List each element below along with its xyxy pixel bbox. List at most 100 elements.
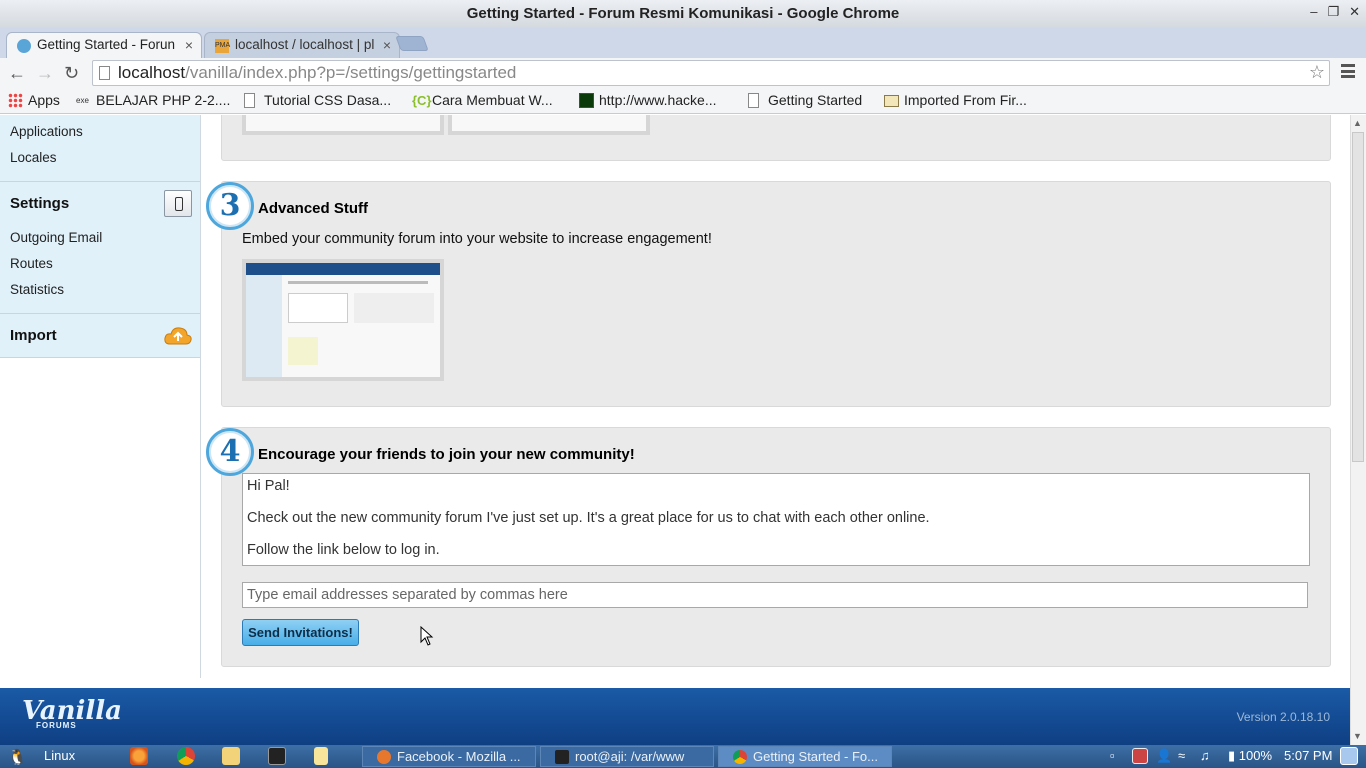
scroll-down-icon[interactable]: ▼: [1353, 731, 1362, 741]
bookmark-label: Getting Started: [768, 92, 863, 108]
message-line: Follow the link below to log in.: [247, 542, 440, 558]
bookmark-label: Apps: [28, 92, 60, 108]
sidebar-heading-settings: Settings: [10, 195, 70, 212]
invitation-message-textarea[interactable]: Hi Pal! Check out the new community foru…: [242, 473, 1310, 566]
start-menu[interactable]: 🐧 Linux: [6, 745, 96, 768]
tab-label: localhost / localhost | pl: [235, 37, 375, 52]
sidebar-group-appearance: Applications Locales: [0, 115, 200, 182]
battery-percent: 100%: [1238, 748, 1273, 763]
vanilla-favicon-icon: [17, 39, 31, 53]
battery-indicator[interactable]: ▮ 100%: [1228, 745, 1272, 768]
chrome-launcher-icon[interactable]: [177, 747, 195, 765]
new-tab-button[interactable]: [395, 36, 429, 51]
version-label: Version 2.0.18.10: [1236, 710, 1330, 724]
address-bar[interactable]: localhost/vanilla/index.php?p=/settings/…: [92, 60, 1330, 86]
battery-icon: ▮: [1228, 748, 1236, 763]
start-label: Linux: [44, 748, 76, 763]
taskbar-window-label: Getting Started - Fo...: [753, 749, 878, 764]
volume-icon[interactable]: ♫: [1200, 745, 1210, 768]
taskbar-window-label: Facebook - Mozilla ...: [397, 749, 521, 764]
firefox-icon: [377, 750, 391, 764]
bookmark-apps[interactable]: Apps: [6, 88, 60, 113]
close-tab-icon[interactable]: ×: [185, 33, 193, 57]
message-line: Check out the new community forum I've j…: [247, 510, 930, 526]
url-text: localhost/vanilla/index.php?p=/settings/…: [118, 61, 516, 85]
chrome-icon: [733, 750, 747, 764]
sidebar-item-routes[interactable]: Routes: [10, 256, 53, 271]
taskbar-window-firefox[interactable]: Facebook - Mozilla ...: [362, 746, 536, 767]
close-icon[interactable]: ✕: [1349, 4, 1360, 20]
message-line: Hi Pal!: [247, 478, 290, 494]
bookmark-hacker[interactable]: http://www.hacke...: [577, 88, 717, 113]
tray-app-icon[interactable]: [1132, 748, 1148, 764]
tux-icon: 🐧: [8, 749, 27, 766]
tab-strip: Getting Started - Forun × PMA localhost …: [0, 28, 1366, 58]
sidebar-item-locales[interactable]: Locales: [10, 150, 57, 165]
taskbar-window-chrome[interactable]: Getting Started - Fo...: [718, 746, 892, 767]
bookmark-tutorial-css[interactable]: Tutorial CSS Dasa...: [242, 88, 391, 113]
minimize-icon[interactable]: –: [1310, 4, 1317, 20]
sidebar-group-import: Import: [0, 314, 200, 358]
firefox-launcher-icon[interactable]: [130, 747, 148, 765]
dashboard-sidebar: Applications Locales Settings Outgoing E…: [0, 115, 201, 678]
taskbar-window-label: root@aji: /var/www: [575, 749, 685, 764]
vanilla-forums-logo[interactable]: Vanilla FORUMS: [22, 698, 122, 730]
bookmark-label: http://www.hacke...: [599, 92, 717, 108]
back-arrow-icon[interactable]: ←: [8, 62, 26, 84]
bookmark-cara-membuat[interactable]: {C} Cara Membuat W...: [410, 88, 553, 113]
chrome-menu-icon[interactable]: [1341, 64, 1355, 78]
forward-arrow-icon[interactable]: →: [36, 62, 54, 84]
bookmark-label: BELAJAR PHP 2-2....: [96, 92, 231, 108]
bookmark-imported-folder[interactable]: Imported From Fir...: [882, 88, 1027, 113]
terminal-launcher-icon[interactable]: [268, 747, 286, 765]
apps-grid-icon: [8, 93, 23, 108]
bookmark-belajar-php[interactable]: exe BELAJAR PHP 2-2....: [74, 88, 230, 113]
user-icon[interactable]: 👤: [1156, 745, 1172, 768]
step-3-badge: 3: [206, 182, 254, 230]
page-viewport: Applications Locales Settings Outgoing E…: [0, 115, 1350, 688]
step-2-panel: [221, 115, 1331, 161]
send-invitations-button[interactable]: Send Invitations!: [242, 619, 359, 646]
step-4-badge: 4: [206, 428, 254, 476]
bookmark-label: Imported From Fir...: [904, 92, 1027, 108]
bookmark-star-icon[interactable]: ☆: [1309, 62, 1325, 83]
sidebar-item-applications[interactable]: Applications: [10, 124, 83, 139]
taskbar-window-terminal[interactable]: root@aji: /var/www: [540, 746, 714, 767]
phpmyadmin-icon: PMA: [215, 39, 230, 53]
bookmarks-bar: Apps exe BELAJAR PHP 2-2.... Tutorial CS…: [0, 88, 1366, 114]
exe-icon: exe: [76, 96, 89, 105]
page-footer: Vanilla FORUMS Version 2.0.18.10: [0, 688, 1350, 745]
reload-icon[interactable]: ↻: [64, 62, 79, 84]
step-3-panel: 3 Advanced Stuff Embed your community fo…: [206, 181, 1331, 407]
scroll-up-icon[interactable]: ▲: [1353, 118, 1362, 128]
embed-forum-thumbnail[interactable]: [242, 259, 444, 381]
file-manager-icon[interactable]: [222, 747, 240, 765]
email-addresses-input[interactable]: [242, 582, 1308, 608]
sidebar-item-outgoing-email[interactable]: Outgoing Email: [10, 230, 102, 245]
step-2-thumbnail-2[interactable]: [448, 115, 650, 135]
page-icon: [99, 66, 110, 80]
bookmark-label: Tutorial CSS Dasa...: [264, 92, 392, 108]
terminal-icon: [555, 750, 569, 764]
sidebar-group-settings: Settings Outgoing Email Routes Statistic…: [0, 182, 200, 314]
tab-phpmyadmin[interactable]: PMA localhost / localhost | pl ×: [204, 32, 400, 58]
show-desktop-icon[interactable]: [1340, 747, 1358, 765]
url-path: /vanilla/index.php?p=/settings/gettingst…: [185, 63, 517, 82]
notes-launcher-icon[interactable]: [314, 747, 328, 765]
mouse-cursor-icon: [420, 626, 434, 646]
step-2-thumbnail-1[interactable]: [242, 115, 444, 135]
url-host: localhost: [118, 63, 186, 82]
sidebar-item-statistics[interactable]: Statistics: [10, 282, 64, 297]
scrollbar-thumb[interactable]: [1352, 132, 1364, 462]
close-tab-icon[interactable]: ×: [383, 33, 391, 57]
clock: 5:07 PM: [1284, 748, 1333, 763]
cloud-upload-icon: [164, 327, 192, 345]
wifi-icon[interactable]: ≈: [1178, 745, 1185, 768]
maximize-icon[interactable]: ❐: [1327, 4, 1339, 20]
desktop-icon[interactable]: ▫: [1110, 745, 1122, 768]
bookmark-getting-started[interactable]: Getting Started: [746, 88, 862, 113]
step-3-heading: Advanced Stuff: [258, 200, 369, 217]
settings-switch-icon: [164, 190, 192, 217]
system-taskbar: 🐧 Linux Facebook - Mozilla ... root@aji:…: [0, 745, 1366, 768]
tab-getting-started[interactable]: Getting Started - Forun ×: [6, 32, 202, 58]
